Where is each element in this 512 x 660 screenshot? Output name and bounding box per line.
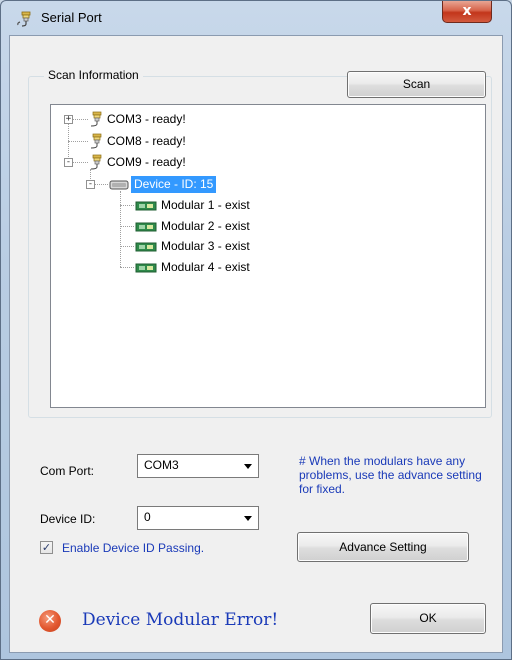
tree-node-label: COM3 - ready! [107, 112, 186, 126]
tree-node-device[interactable]: - Device - ID: 15 [51, 176, 271, 194]
tree-node-com9[interactable]: - COM9 - ready! [51, 154, 251, 172]
tree-node-modular-3[interactable]: Modular 3 - exist [51, 238, 291, 256]
enable-id-passing-label[interactable]: Enable Device ID Passing. [62, 541, 204, 555]
com-port-label: Com Port: [40, 464, 95, 478]
enable-id-passing-checkbox[interactable]: ✓ [40, 541, 53, 554]
tree-node-modular-2[interactable]: Modular 2 - exist [51, 218, 291, 236]
serial-port-icon [15, 9, 35, 29]
close-icon: x [462, 3, 472, 19]
collapse-icon[interactable]: - [86, 180, 95, 189]
tree-node-label: Modular 3 - exist [161, 239, 250, 253]
ok-button[interactable]: OK [370, 603, 486, 634]
modular-board-icon [135, 262, 157, 277]
modular-board-icon [135, 241, 157, 256]
checkmark-icon: ✓ [41, 541, 52, 554]
serial-port-icon [89, 133, 105, 154]
tree-node-label: Modular 4 - exist [161, 260, 250, 274]
chevron-down-icon [244, 464, 252, 469]
scan-button[interactable]: Scan [347, 71, 486, 98]
com-port-select[interactable]: COM3 [137, 454, 259, 478]
tree-node-modular-4[interactable]: Modular 4 - exist [51, 259, 291, 277]
title-bar[interactable]: Serial Port x [1, 1, 511, 35]
device-tree[interactable]: + COM3 - ready! COM8 - ready! - COM9 - r… [50, 104, 486, 408]
advance-setting-button[interactable]: Advance Setting [297, 532, 469, 562]
tree-node-label: Modular 2 - exist [161, 219, 250, 233]
status-message: Device Modular Error! [82, 610, 279, 630]
tree-node-com3[interactable]: + COM3 - ready! [51, 111, 251, 129]
window-title: Serial Port [41, 10, 102, 25]
modular-board-icon [135, 221, 157, 236]
device-id-value: 0 [144, 510, 151, 524]
device-icon [109, 178, 129, 195]
chevron-down-icon [244, 516, 252, 521]
tree-node-com8[interactable]: COM8 - ready! [51, 133, 251, 151]
expand-icon[interactable]: + [64, 115, 73, 124]
scan-information-label: Scan Information [44, 68, 143, 82]
hint-text: # When the modulars have any problems, u… [299, 454, 482, 496]
tree-node-label: Modular 1 - exist [161, 198, 250, 212]
device-id-select[interactable]: 0 [137, 506, 259, 530]
tree-node-label: Device - ID: 15 [131, 176, 217, 193]
close-button[interactable]: x [442, 1, 492, 23]
com-port-value: COM3 [144, 458, 179, 472]
serial-port-icon [89, 154, 105, 175]
serial-port-icon [89, 111, 105, 132]
error-icon: ✕ [39, 610, 61, 632]
tree-node-modular-1[interactable]: Modular 1 - exist [51, 197, 291, 215]
tree-node-label: COM9 - ready! [107, 155, 186, 169]
collapse-icon[interactable]: - [64, 158, 73, 167]
modular-board-icon [135, 200, 157, 215]
device-id-label: Device ID: [40, 512, 96, 526]
tree-node-label: COM8 - ready! [107, 134, 186, 148]
